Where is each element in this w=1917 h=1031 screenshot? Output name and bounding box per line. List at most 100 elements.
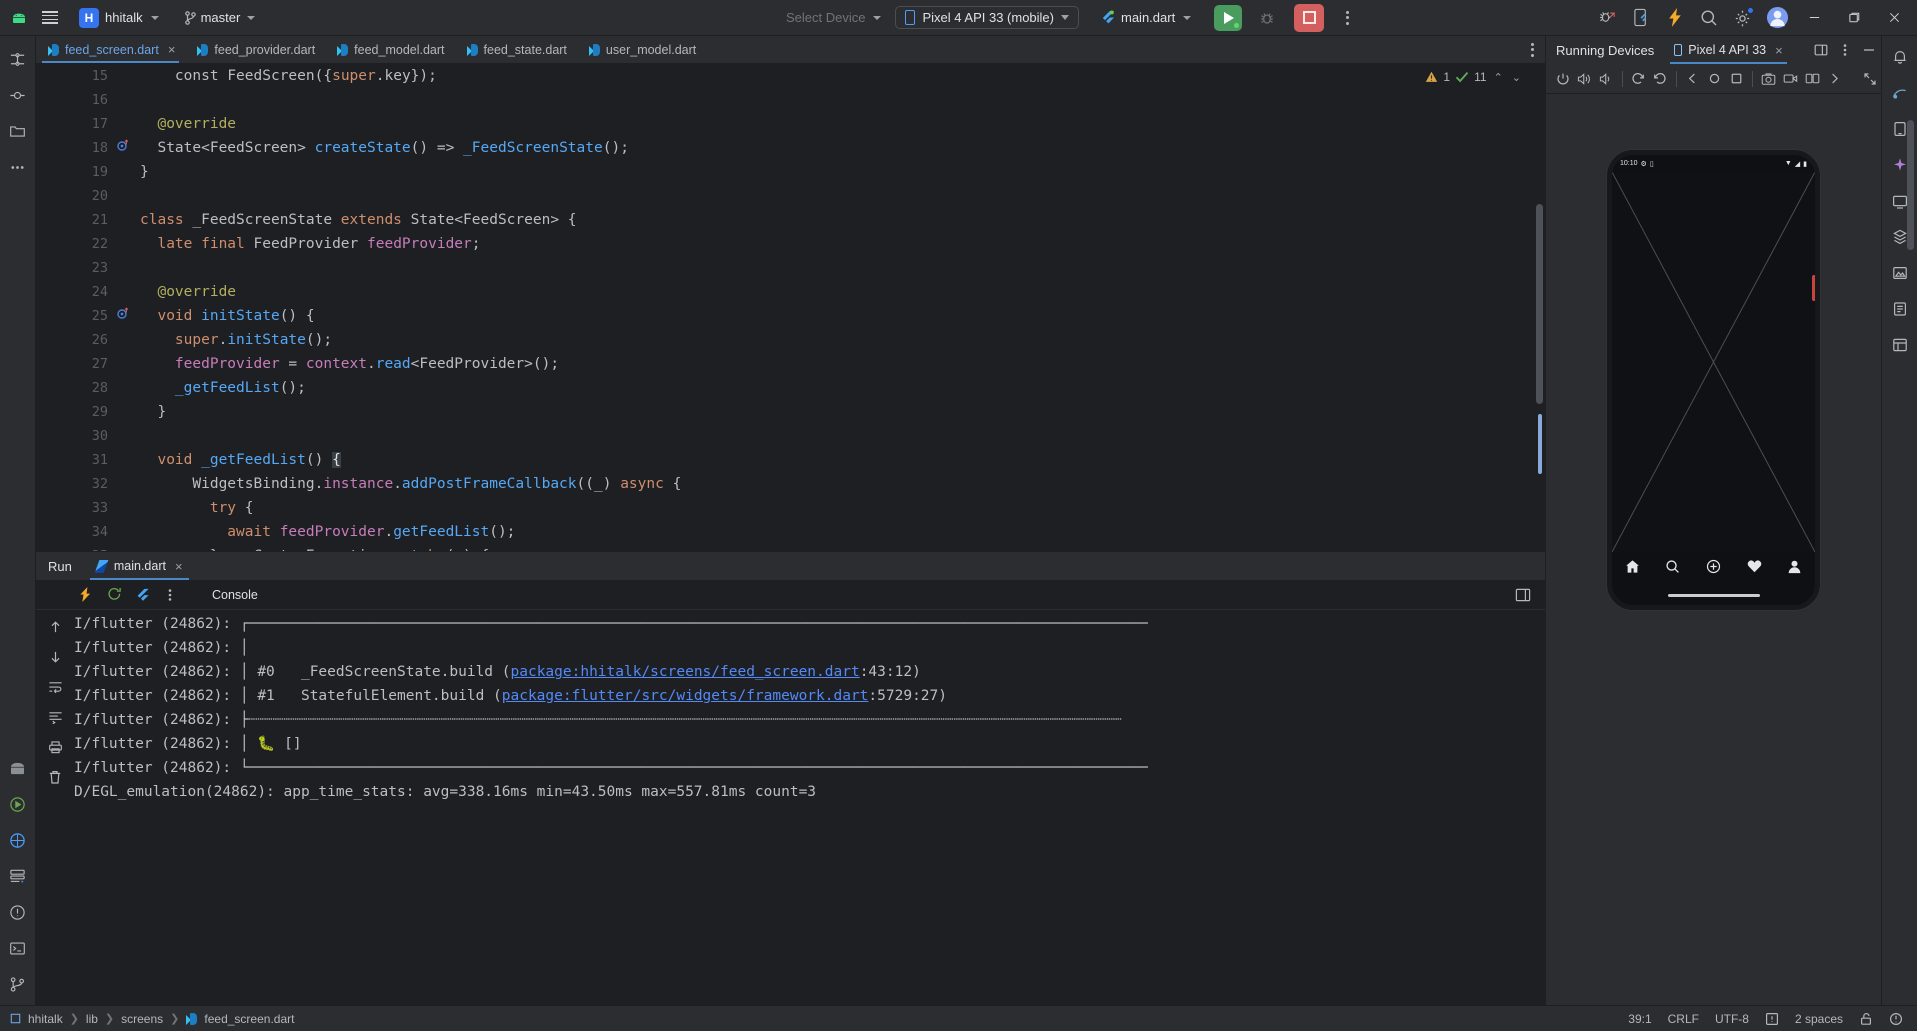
close-window[interactable] bbox=[1875, 0, 1913, 36]
power-icon[interactable] bbox=[1552, 67, 1573, 91]
run-tab-main-dart[interactable]: main.dart × bbox=[88, 552, 191, 580]
override-marker-icon[interactable] bbox=[116, 138, 130, 152]
rerun-icon[interactable] bbox=[74, 583, 98, 607]
lock-open-icon[interactable] bbox=[1859, 1012, 1873, 1026]
console-scrollbar-thumb[interactable] bbox=[1907, 120, 1914, 250]
editor-tab-feed-provider[interactable]: feed_provider.dart bbox=[185, 36, 325, 63]
screenshot-icon[interactable] bbox=[1758, 67, 1779, 91]
close-device-tab-icon[interactable]: × bbox=[1775, 43, 1783, 58]
code-line[interactable]: 19} bbox=[36, 160, 1531, 184]
code-line[interactable]: 16 bbox=[36, 88, 1531, 112]
code-line[interactable]: 27 feedProvider = context.read<FeedProvi… bbox=[36, 352, 1531, 376]
rotate-right-icon[interactable] bbox=[1650, 67, 1671, 91]
screen-record-icon[interactable] bbox=[1780, 67, 1801, 91]
debug-button[interactable] bbox=[1254, 5, 1280, 31]
code-editor[interactable]: 15 const FeedScreen({super.key}); 16 17 @o… bbox=[36, 64, 1545, 551]
person-icon[interactable] bbox=[1786, 557, 1804, 575]
code-line[interactable]: 22 late final FeedProvider feedProvider; bbox=[36, 232, 1531, 256]
print-icon[interactable] bbox=[43, 736, 67, 758]
scroll-to-end-icon[interactable] bbox=[43, 706, 67, 728]
problems-icon[interactable] bbox=[3, 897, 33, 927]
code-line[interactable]: 21 class _FeedScreenState extends State<F… bbox=[36, 208, 1531, 232]
more-tool-windows-icon[interactable] bbox=[3, 152, 33, 182]
back-nav-icon[interactable] bbox=[1682, 67, 1703, 91]
console-link[interactable]: package:hhitalk/screens/feed_screen.dart bbox=[511, 664, 860, 680]
emulator-phone-frame[interactable]: 10:10 ⚙ ▯ ▼ ◢ ▮ bbox=[1607, 150, 1820, 610]
hide-panel-icon[interactable] bbox=[1857, 37, 1881, 63]
editor-scrollbar-thumb-lower[interactable] bbox=[1538, 414, 1542, 474]
stop-button[interactable] bbox=[1294, 3, 1325, 32]
more-actions-button[interactable] bbox=[1336, 5, 1358, 31]
flutter-hot-reload-icon[interactable] bbox=[130, 583, 154, 607]
breadcrumb-item-project[interactable]: hhitalk bbox=[28, 1012, 63, 1026]
home-nav-icon[interactable] bbox=[1704, 67, 1725, 91]
code-line[interactable]: 18 State<FeedScreen> createState() => _F… bbox=[36, 136, 1531, 160]
minimize-window[interactable] bbox=[1795, 0, 1833, 36]
home-icon[interactable] bbox=[1623, 557, 1641, 575]
scroll-up-icon[interactable] bbox=[43, 616, 67, 638]
console-link[interactable]: package:flutter/src/widgets/framework.da… bbox=[502, 688, 869, 704]
volume-down-icon[interactable] bbox=[1596, 67, 1617, 91]
main-menu-icon[interactable] bbox=[34, 0, 66, 36]
run-with-profiler-icon[interactable] bbox=[1591, 3, 1623, 33]
next-problem-icon[interactable]: ⌄ bbox=[1510, 71, 1523, 84]
terminal-icon[interactable] bbox=[3, 933, 33, 963]
more-options-icon[interactable] bbox=[158, 583, 182, 607]
app-quality-icon[interactable] bbox=[1885, 294, 1915, 324]
git-branch-selector[interactable]: master bbox=[177, 6, 264, 29]
line-ending[interactable]: CRLF bbox=[1668, 1012, 1699, 1026]
run-configuration-selector[interactable]: main.dart bbox=[1093, 6, 1198, 29]
gradle-icon[interactable] bbox=[1885, 78, 1915, 108]
search-icon[interactable] bbox=[1693, 3, 1725, 33]
resize-icon[interactable] bbox=[1860, 67, 1881, 91]
resource-manager-icon[interactable] bbox=[1885, 258, 1915, 288]
editor-scrollbar-thumb[interactable] bbox=[1536, 204, 1543, 404]
avatar[interactable] bbox=[1761, 3, 1793, 33]
fold-icon[interactable] bbox=[1802, 67, 1823, 91]
inspection-widget[interactable]: 1 11 ⌃ ⌄ bbox=[1425, 70, 1523, 84]
code-line[interactable]: 25 void initState() { bbox=[36, 304, 1531, 328]
overview-nav-icon[interactable] bbox=[1726, 67, 1747, 91]
editor-tab-feed-state[interactable]: feed_state.dart bbox=[455, 36, 577, 63]
settings-gear-icon[interactable] bbox=[1727, 3, 1759, 33]
code-line[interactable]: 20 bbox=[36, 184, 1531, 208]
close-run-tab-icon[interactable]: × bbox=[175, 559, 183, 574]
breadcrumb-item-lib[interactable]: lib bbox=[86, 1012, 98, 1026]
console-output[interactable]: I/flutter (24862): ┌────────────────────… bbox=[74, 610, 1545, 1005]
folder-icon[interactable] bbox=[3, 116, 33, 146]
volume-up-icon[interactable] bbox=[1574, 67, 1595, 91]
code-line[interactable]: 34 await feedProvider.getFeedList(); bbox=[36, 520, 1531, 544]
editor-tab-feed-model[interactable]: feed_model.dart bbox=[325, 36, 454, 63]
device-selector[interactable]: Pixel 4 API 33 (mobile) bbox=[895, 6, 1079, 29]
more-device-icon[interactable] bbox=[1824, 67, 1845, 91]
override-marker-icon[interactable] bbox=[116, 306, 130, 320]
project-structure-icon[interactable] bbox=[3, 44, 33, 74]
version-control-icon[interactable] bbox=[3, 969, 33, 999]
split-view-icon[interactable] bbox=[1809, 37, 1833, 63]
run-button[interactable] bbox=[1214, 4, 1243, 31]
options-kebab-icon[interactable] bbox=[1833, 37, 1857, 63]
device-tab-pixel4[interactable]: Pixel 4 API 33 × bbox=[1668, 36, 1788, 64]
indent-setting[interactable]: 2 spaces bbox=[1795, 1012, 1843, 1026]
heart-icon[interactable] bbox=[1745, 557, 1763, 575]
soft-wrap-icon[interactable] bbox=[43, 676, 67, 698]
run-icon[interactable] bbox=[3, 789, 33, 819]
editor-tab-user-model[interactable]: user_model.dart bbox=[577, 36, 706, 63]
commit-icon[interactable] bbox=[3, 80, 33, 110]
layout-inspector-icon[interactable] bbox=[1885, 330, 1915, 360]
breadcrumb-item-screens[interactable]: screens bbox=[121, 1012, 163, 1026]
close-tab-icon[interactable]: × bbox=[168, 42, 176, 57]
code-line[interactable]: 26 super.initState(); bbox=[36, 328, 1531, 352]
caret-position[interactable]: 39:1 bbox=[1628, 1012, 1651, 1026]
flutter-inspector-icon[interactable] bbox=[3, 825, 33, 855]
restart-icon[interactable] bbox=[102, 583, 126, 607]
project-selector[interactable]: H hhitalk bbox=[74, 5, 167, 31]
file-encoding[interactable]: UTF-8 bbox=[1715, 1012, 1749, 1026]
updates-lightning-icon[interactable] bbox=[1659, 3, 1691, 33]
inspections-icon[interactable] bbox=[1765, 1012, 1779, 1026]
android-device-manager-icon[interactable] bbox=[3, 753, 33, 783]
settings-layout-icon[interactable] bbox=[1511, 583, 1535, 607]
notifications-icon[interactable] bbox=[1889, 1012, 1903, 1026]
code-line[interactable]: 30 bbox=[36, 424, 1531, 448]
maximize-window[interactable] bbox=[1835, 0, 1873, 36]
